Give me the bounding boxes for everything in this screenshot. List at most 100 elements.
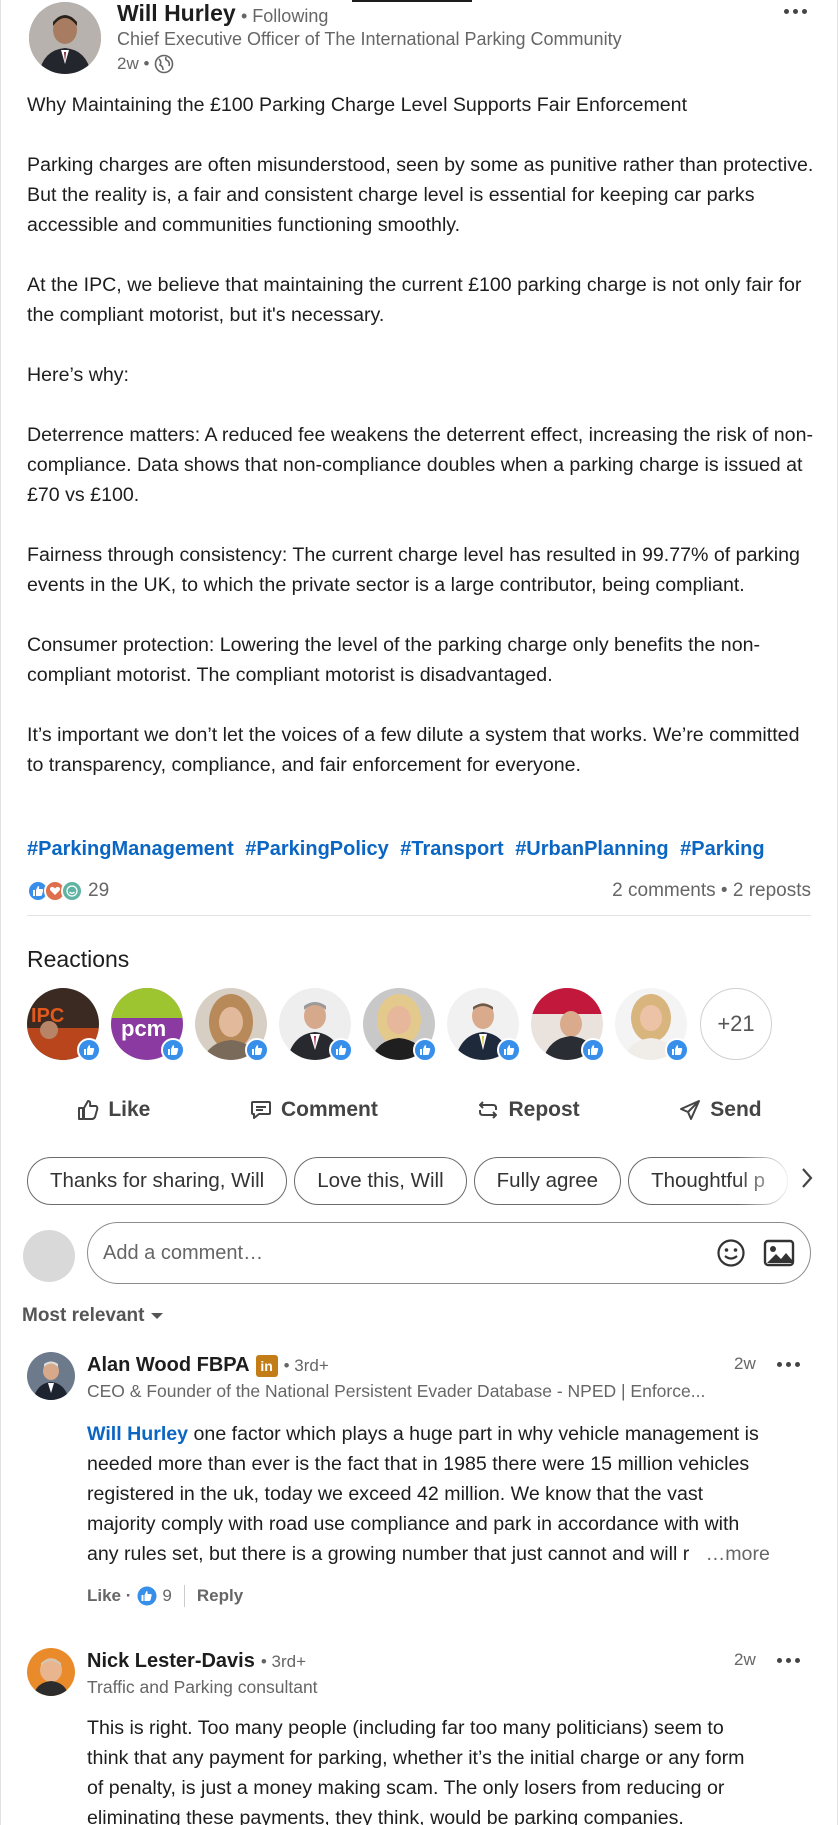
like-label: Like (108, 1098, 151, 1121)
comment-icon (250, 1101, 271, 1119)
comment-age: 2w (734, 1354, 756, 1373)
like-button[interactable]: Like (76, 1098, 150, 1122)
post-body: Why Maintaining the £100 Parking Charge … (27, 90, 817, 780)
reactor-avatar[interactable] (615, 988, 689, 1062)
repost-label: Repost (508, 1098, 580, 1121)
reactor-avatar[interactable] (531, 988, 605, 1062)
reaction-summary[interactable]: 29 (27, 880, 109, 902)
comments-reposts-count[interactable]: 2 comments • 2 reposts (612, 880, 811, 902)
comment-like-count[interactable]: 9 (137, 1586, 172, 1606)
repost-icon (479, 1101, 498, 1119)
post-age-text: 2w • (117, 54, 150, 73)
reactor-avatar[interactable] (279, 988, 353, 1062)
hashtag-link[interactable]: #UrbanPlanning (515, 838, 668, 860)
like-badge-icon (413, 1038, 437, 1062)
commenter-name-text: Alan Wood FBPA (87, 1354, 250, 1376)
comment-like-button[interactable]: Like · (87, 1586, 131, 1606)
like-badge-icon (245, 1038, 269, 1062)
send-icon (680, 1100, 701, 1120)
more-reactions-button[interactable]: +21 (700, 988, 772, 1060)
commenter-name[interactable]: Nick Lester-Davis • 3rd+ (87, 1650, 306, 1673)
suggestion-chip[interactable]: Love this, Will (294, 1157, 467, 1205)
post-paragraph: Deterrence matters: A reduced fee weaken… (27, 424, 813, 506)
comment-button[interactable]: Comment (249, 1098, 378, 1122)
action-separator (183, 1585, 185, 1607)
comment-line: needed more than ever is the fact that i… (87, 1453, 750, 1475)
hashtags: #ParkingManagement #ParkingPolicy #Trans… (27, 838, 771, 861)
action-bar: Like Comment Repost Send (27, 1090, 811, 1130)
commenter-avatar[interactable] (27, 1648, 75, 1696)
post-age: 2w • (117, 54, 174, 74)
connection-degree: • 3rd+ (283, 1355, 329, 1375)
comment-line: any rules set, but there is a growing nu… (87, 1539, 825, 1569)
caret-down-icon (151, 1313, 164, 1319)
comment-input[interactable] (103, 1241, 700, 1265)
comment-body: Will Hurley one factor which plays a hug… (87, 1419, 825, 1569)
hashtag-link[interactable]: #ParkingManagement (27, 838, 234, 860)
hashtag-link[interactable]: #Parking (680, 838, 764, 860)
comment-line: majority comply with road use compliance… (87, 1513, 740, 1535)
repost-button[interactable]: Repost (476, 1098, 580, 1122)
emoji-icon[interactable] (714, 1236, 748, 1270)
post-paragraph: Why Maintaining the £100 Parking Charge … (27, 94, 688, 116)
like-badge-icon (581, 1038, 605, 1062)
comment-line: of penalty, is just a money making scam.… (87, 1777, 725, 1799)
reactor-avatar[interactable] (447, 988, 521, 1062)
suggestion-chip[interactable]: Fully agree (473, 1157, 622, 1205)
comment-actions: Like · 9 Reply (87, 1585, 243, 1607)
hashtag-link[interactable]: #Transport (400, 838, 503, 860)
like-badge-icon (665, 1038, 689, 1062)
reactor-avatar[interactable] (363, 988, 437, 1062)
linkedin-premium-icon: in (255, 1354, 278, 1377)
author-name[interactable]: Will Hurley (117, 0, 236, 27)
commenter-headline: Traffic and Parking consultant (87, 1677, 318, 1697)
like-badge-icon (497, 1038, 521, 1062)
like-badge-icon (77, 1038, 101, 1062)
globe-icon (155, 54, 174, 74)
mention-link[interactable]: Will Hurley (87, 1423, 188, 1445)
hashtag-link[interactable]: #ParkingPolicy (245, 838, 388, 860)
comment-line-text: any rules set, but there is a growing nu… (87, 1543, 690, 1565)
commenter-name-text: Nick Lester-Davis (87, 1650, 255, 1672)
post-paragraph: At the IPC, we believe that maintaining … (27, 274, 802, 326)
my-avatar[interactable] (23, 1230, 75, 1282)
comment-age: 2w (734, 1650, 756, 1669)
reactor-avatar[interactable]: pcm (111, 988, 185, 1062)
comment-label: Comment (280, 1098, 378, 1121)
sort-dropdown[interactable]: Most relevant (22, 1305, 164, 1327)
suggestion-chip[interactable]: Thanks for sharing, Will (27, 1157, 288, 1205)
see-more-link[interactable]: …more (706, 1543, 770, 1565)
post-paragraph: Here’s why: (27, 364, 129, 386)
comment-options-icon[interactable] (777, 1658, 800, 1663)
comment-input-box[interactable] (87, 1222, 811, 1284)
commenter-avatar[interactable] (27, 1352, 75, 1400)
reactor-avatar[interactable] (195, 988, 269, 1062)
send-label: Send (710, 1098, 762, 1121)
post-paragraph: Fairness through consistency: The curren… (27, 544, 800, 596)
send-button[interactable]: Send (678, 1098, 762, 1122)
svg-text:pcm: pcm (121, 1016, 166, 1041)
comment-line: think that any payment for parking, whet… (87, 1747, 745, 1769)
image-icon[interactable] (762, 1236, 796, 1270)
reactor-avatar[interactable]: IPC (27, 988, 101, 1062)
more-options-icon[interactable] (780, 0, 810, 22)
post-paragraph: Consumer protection: Lowering the level … (27, 634, 761, 686)
chevron-right-icon[interactable] (800, 1166, 814, 1197)
like-badge-icon (329, 1038, 353, 1062)
author-title: Chief Executive Officer of The Internati… (117, 29, 622, 49)
author-avatar[interactable] (29, 2, 101, 74)
commenter-headline: CEO & Founder of the National Persistent… (87, 1381, 706, 1401)
comment-reply-button[interactable]: Reply (197, 1586, 243, 1606)
top-indicator (352, 0, 472, 2)
commenter-name[interactable]: Alan Wood FBPA in • 3rd+ (87, 1354, 329, 1377)
comment-options-icon[interactable] (777, 1362, 800, 1367)
post-paragraph: Parking charges are often misunderstood,… (27, 154, 814, 236)
reactions-title: Reactions (27, 946, 130, 972)
comment-line: This is right. Too many people (includin… (87, 1717, 724, 1739)
comment-body: This is right. Too many people (includin… (87, 1713, 825, 1825)
